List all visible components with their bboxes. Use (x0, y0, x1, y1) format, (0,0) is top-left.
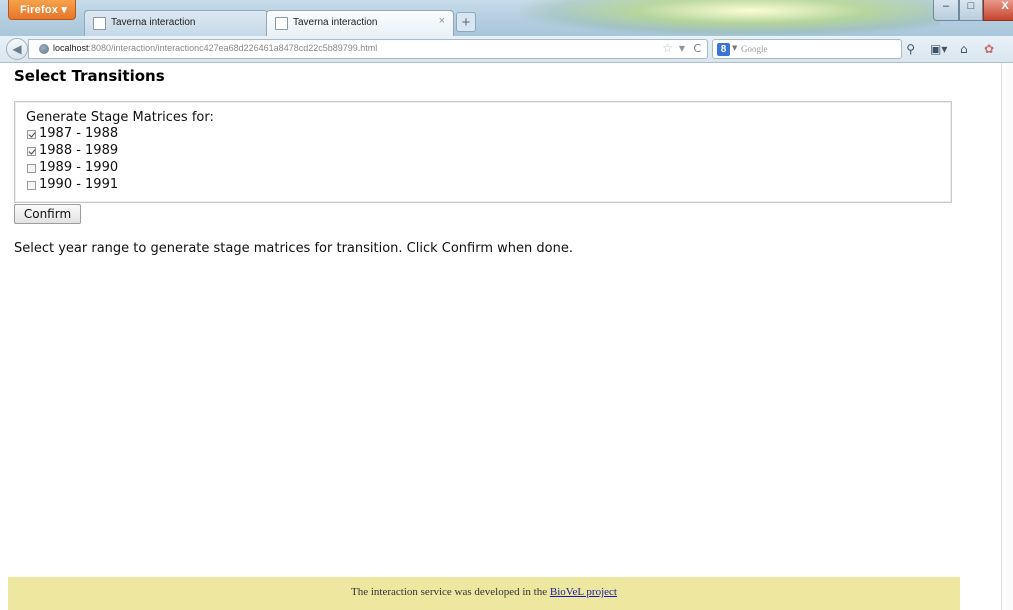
footer-banner: The interaction service was developed in… (8, 577, 960, 610)
url-path: :8080/interaction/interactionc427ea68d22… (88, 43, 378, 53)
biovel-project-link[interactable]: BioVeL project (550, 586, 617, 598)
search-icon[interactable]: ⚲ (906, 42, 915, 56)
browser-title-bar: Firefox ▾ Taverna interaction Taverna in… (0, 0, 1013, 36)
address-bar[interactable]: localhost:8080/interaction/interactionc4… (28, 39, 708, 59)
checkbox-1988-1989[interactable] (27, 147, 36, 156)
url-host: localhost (53, 43, 89, 53)
addon-icon[interactable]: ✿ (984, 42, 994, 56)
history-dropdown-icon[interactable]: ▼ (679, 44, 685, 53)
reload-icon[interactable]: C (693, 42, 701, 55)
tab-taverna-interaction-1[interactable]: Taverna interaction (84, 10, 268, 36)
google-icon[interactable]: 8 (717, 43, 730, 56)
maximize-button[interactable]: □ (959, 0, 983, 21)
search-bar[interactable]: 8 ▼ Google ⚲ (712, 39, 915, 59)
bookmark-star-icon[interactable]: ☆ (662, 41, 673, 55)
back-arrow-icon: ◀ (12, 42, 22, 56)
new-tab-button[interactable]: + (456, 12, 476, 32)
confirm-button[interactable]: Confirm (14, 204, 81, 224)
instructions-text: Select year range to generate stage matr… (14, 241, 573, 256)
form-legend: Generate Stage Matrices for: (26, 110, 214, 125)
option-label: 1988 - 1989 (39, 143, 119, 158)
option-label: 1989 - 1990 (39, 160, 119, 175)
home-icon[interactable]: ⌂ (960, 42, 968, 56)
page-menu-icon[interactable]: ▣▾ (930, 42, 947, 56)
navigation-toolbar: ◀ localhost:8080/interaction/interaction… (0, 36, 1013, 63)
tab-title: Taverna interaction (111, 17, 196, 28)
minimize-button[interactable]: – (933, 0, 959, 21)
title-bar-glow (520, 0, 940, 36)
footer-text: The interaction service was developed in… (8, 586, 960, 598)
transition-form-group: Generate Stage Matrices for: 1987 - 1988… (14, 101, 952, 203)
tab-close-icon[interactable]: × (439, 15, 445, 27)
url-text: localhost:8080/interaction/interactionc4… (53, 43, 377, 53)
option-label: 1990 - 1991 (39, 177, 119, 192)
checkbox-1989-1990[interactable] (27, 164, 36, 173)
option-label: 1987 - 1988 (39, 126, 119, 141)
search-engine-dropdown-icon[interactable]: ▼ (732, 44, 737, 52)
back-button[interactable]: ◀ (6, 38, 28, 60)
page-favicon-icon (275, 17, 288, 30)
page-scroll-edge (1001, 63, 1013, 610)
footer-text-prefix: The interaction service was developed in… (351, 586, 550, 598)
page-content: Select Transitions Generate Stage Matric… (0, 63, 1001, 610)
page-title: Select Transitions (14, 67, 165, 85)
firefox-menu-button[interactable]: Firefox ▾ (8, 0, 76, 20)
tab-taverna-interaction-2[interactable]: Taverna interaction × (266, 10, 454, 36)
checkbox-1987-1988[interactable] (27, 130, 36, 139)
page-favicon-icon (93, 17, 106, 30)
search-placeholder: Google (741, 44, 768, 54)
tab-title: Taverna interaction (293, 17, 378, 28)
close-window-button[interactable]: X (983, 0, 1013, 21)
checkbox-1990-1991[interactable] (27, 181, 36, 190)
site-identity-icon[interactable] (39, 44, 49, 54)
